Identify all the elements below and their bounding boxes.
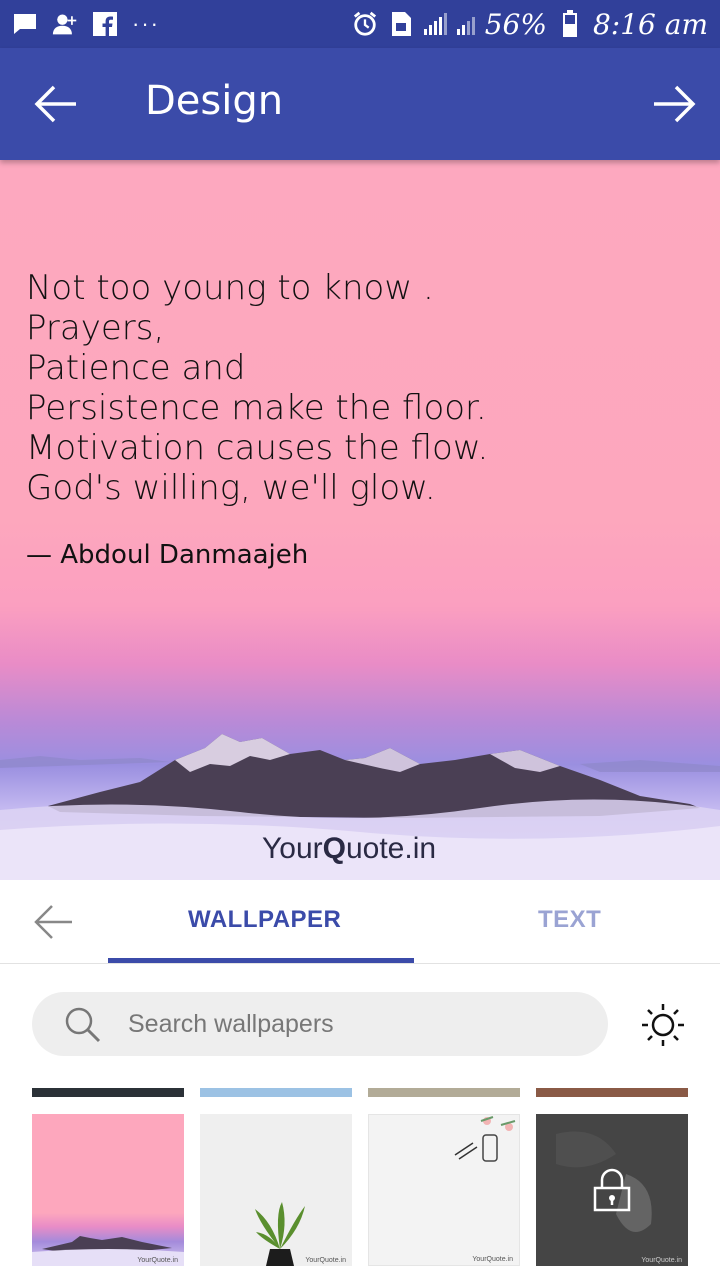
brightness-button[interactable] [640, 1002, 686, 1048]
quote-text: Not too young to know . Prayers, Patienc… [26, 268, 488, 508]
add-contact-icon [52, 11, 78, 37]
watermark-suffix: uote.in [345, 832, 437, 865]
arrow-left-icon [34, 905, 72, 939]
signal-2-icon [456, 13, 475, 35]
search-bar [32, 992, 608, 1056]
thumbnail-watermark: YourQuote.in [641, 1257, 682, 1264]
signal-icon [423, 13, 447, 35]
arrow-right-icon [654, 85, 696, 123]
quote-line: Prayers, [26, 308, 165, 348]
alarm-icon [352, 11, 378, 37]
page-title: Design [145, 78, 284, 124]
quote-line: Motivation causes the flow. [26, 428, 489, 468]
quote-preview[interactable]: Not too young to know . Prayers, Patienc… [0, 160, 720, 880]
arrow-left-icon [34, 85, 76, 123]
tab-indicator [108, 958, 414, 963]
thumbnail-strip [368, 1088, 520, 1097]
status-bar: ··· 56% 8:16 am [0, 0, 720, 48]
message-icon [12, 11, 38, 37]
search-input[interactable] [128, 1004, 588, 1044]
desk-thumbnail-image [454, 1116, 516, 1162]
thumbnail-watermark: YourQuote.in [472, 1256, 513, 1263]
mountain-thumbnail-image [32, 1236, 184, 1266]
tab-back-button[interactable] [32, 902, 76, 942]
lock-icon [593, 1168, 631, 1212]
battery-icon [557, 10, 583, 37]
plant-thumbnail-image [255, 1202, 305, 1266]
next-button[interactable] [650, 82, 698, 126]
quote-author: — Abdoul Danmaajeh [26, 540, 309, 570]
search-icon [65, 1007, 101, 1043]
quote-line: God's willing, we'll glow. [26, 468, 436, 508]
thumbnail-watermark: YourQuote.in [305, 1257, 346, 1264]
thumbnail-strip [32, 1088, 184, 1097]
clock: 8:16 am [592, 7, 708, 41]
wallpaper-thumbnail-pink-mountain[interactable]: YourQuote.in [32, 1114, 184, 1266]
sim-icon [388, 11, 414, 37]
more-notifications-icon: ··· [132, 11, 160, 36]
facebook-icon [92, 11, 118, 37]
quote-line: Persistence make the floor. [26, 388, 487, 428]
app-bar: Design [0, 48, 720, 160]
wallpaper-thumbnail-desk-phone[interactable]: YourQuote.in [368, 1114, 520, 1266]
back-button[interactable] [32, 82, 80, 126]
thumbnail-strip [200, 1088, 352, 1097]
brightness-icon [642, 1004, 684, 1046]
quote-line: Patience and [26, 348, 246, 388]
yourquote-watermark: YourQuote.in [262, 832, 436, 866]
wallpaper-thumbnail-palm-plant[interactable]: YourQuote.in [200, 1114, 352, 1266]
editor-tabs: WALLPAPER TEXT [0, 880, 720, 964]
wallpaper-thumbnail-dark-photo[interactable]: YourQuote.in [536, 1114, 688, 1266]
watermark-q: Q [322, 832, 346, 865]
battery-percent: 56% [484, 7, 547, 41]
tab-wallpaper[interactable]: WALLPAPER [188, 906, 341, 934]
thumbnail-watermark: YourQuote.in [137, 1257, 178, 1264]
quote-line: Not too young to know . [26, 268, 434, 308]
watermark-prefix: Your [262, 832, 323, 865]
tab-text[interactable]: TEXT [538, 906, 601, 934]
thumbnail-strip [536, 1088, 688, 1097]
